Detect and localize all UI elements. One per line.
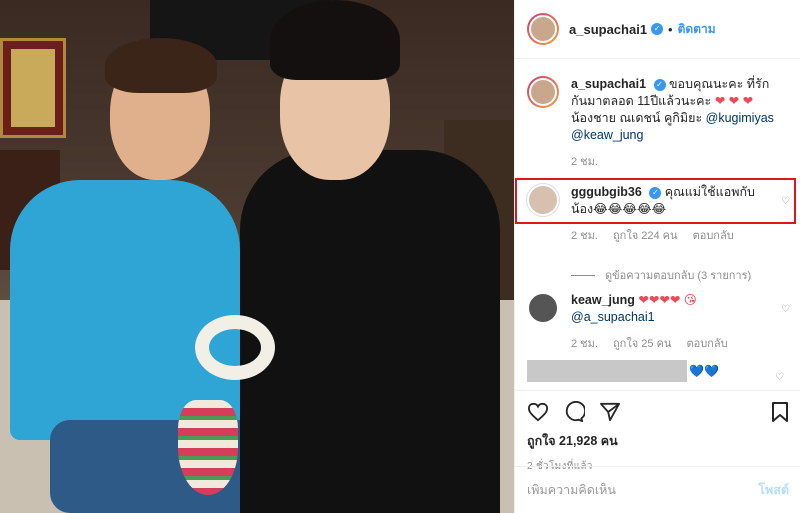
verified-icon: ✓	[653, 78, 666, 91]
comment-like-icon[interactable]: ♡	[775, 372, 785, 383]
comment-avatar[interactable]	[527, 292, 559, 324]
comment-time: 2 ชม.	[571, 230, 598, 242]
post-button[interactable]: โพสต์	[758, 480, 789, 500]
verified-icon: ✓	[651, 23, 664, 35]
heart-emojis: ❤ ❤ ❤	[714, 94, 754, 108]
comment-time: 2 ชม.	[571, 338, 598, 350]
share-send-icon[interactable]	[599, 402, 621, 422]
add-comment-bar: โพสต์	[515, 466, 800, 513]
comments-list[interactable]: a_supachai1 ✓ ขอบคุณนะคะ ที่รักกันมาตลอด…	[515, 60, 800, 390]
view-replies-button[interactable]: ดูข้อความตอบกลับ (3 รายการ)	[571, 266, 751, 284]
author-avatar[interactable]	[527, 13, 559, 45]
comment-meta: 2 ชม. ถูกใจ 25 คน ตอบกลับ	[571, 334, 795, 352]
garland-tassel	[178, 400, 238, 495]
comment-likes[interactable]: ถูกใจ 25 คน	[613, 338, 671, 350]
follow-button[interactable]: ติดตาม	[678, 20, 716, 39]
comment-item: keaw_jung ❤❤❤❤ 😘 @a_supachai1 ♡ 2 ชม. ถู…	[527, 292, 795, 352]
mention-link[interactable]: @a_supachai1	[571, 310, 655, 324]
highlight-box	[515, 178, 796, 224]
separator-dot: •	[668, 21, 673, 37]
mention-link[interactable]: @keaw_jung	[571, 128, 643, 142]
comment-meta: 2 ชม. ถูกใจ 224 คน ตอบกลับ	[571, 226, 795, 244]
view-replies-label: ดูข้อความตอบกลับ (3 รายการ)	[605, 270, 752, 282]
person-right	[230, 0, 514, 513]
redacted-comment	[527, 360, 687, 382]
comment-likes[interactable]: ถูกใจ 224 คน	[613, 230, 677, 242]
comment-input[interactable]	[527, 483, 759, 497]
post-photo[interactable]	[0, 0, 514, 513]
save-bookmark-icon[interactable]	[771, 401, 789, 423]
like-heart-icon[interactable]	[527, 402, 549, 422]
comment-username[interactable]: keaw_jung	[571, 293, 635, 307]
post-header: a_supachai1 ✓ • ติดตาม	[515, 0, 800, 59]
reply-button[interactable]: ตอบกลับ	[693, 230, 734, 242]
mention-link[interactable]: @kugimiyas	[706, 111, 774, 125]
comment-avatar[interactable]	[527, 76, 559, 108]
reply-button[interactable]: ตอบกลับ	[686, 338, 727, 350]
comment-like-icon[interactable]: ♡	[781, 304, 791, 315]
blue-hearts: 💙💙	[689, 364, 719, 378]
comment-username[interactable]: a_supachai1	[571, 77, 646, 91]
replies-line	[571, 274, 595, 276]
post-likes[interactable]: ถูกใจ 21,928 คน	[527, 431, 789, 451]
comment-text-cont: น้องชาย ณเดชน์ คูกิมิยะ	[571, 111, 706, 125]
action-bar: ถูกใจ 21,928 คน 2 ชั่วโมงที่แล้ว	[515, 390, 800, 472]
comment-text: ❤❤❤❤ 😘	[638, 293, 697, 307]
caption-comment: a_supachai1 ✓ ขอบคุณนะคะ ที่รักกันมาตลอด…	[527, 76, 795, 170]
comment-meta: 2 ชม.	[571, 152, 795, 170]
author-username[interactable]: a_supachai1	[569, 22, 647, 37]
comment-time: 2 ชม.	[571, 156, 598, 168]
post-panel: a_supachai1 ✓ • ติดตาม a_supachai1 ✓ ขอบ…	[514, 0, 800, 513]
garland	[195, 315, 275, 380]
comment-bubble-icon[interactable]	[563, 401, 585, 423]
